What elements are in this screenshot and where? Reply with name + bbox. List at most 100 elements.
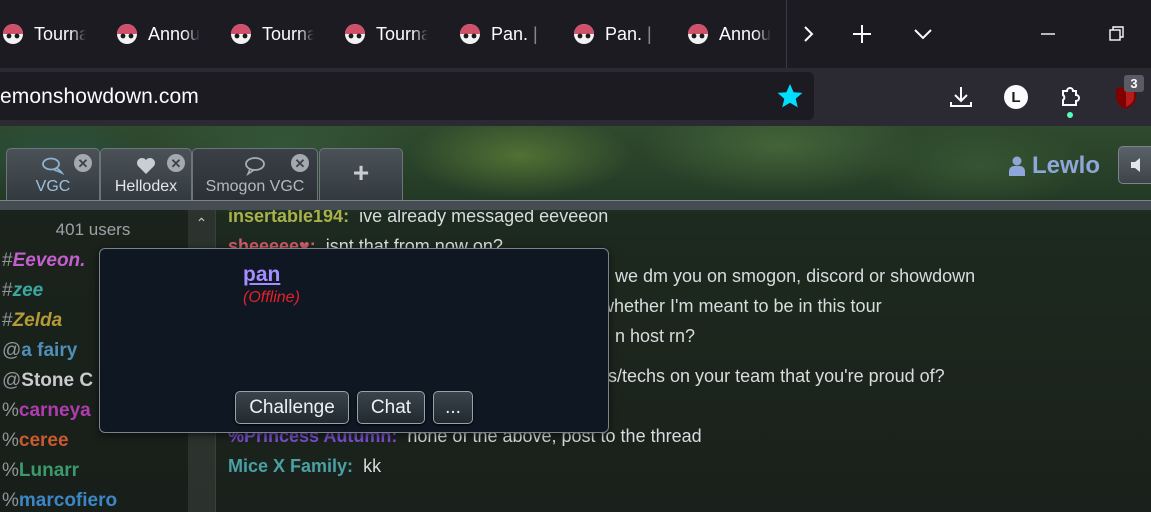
volume-icon: [1131, 158, 1140, 172]
chat-bubble-icon: [245, 157, 265, 176]
chat-message: we dm you on smogon, discord or showdown: [615, 266, 975, 287]
new-tab-button[interactable]: [842, 14, 882, 54]
scroll-tabs-right-button[interactable]: [788, 14, 828, 54]
url-bar[interactable]: emonshowdown.com: [0, 72, 814, 120]
browser-tab-strip: Tourna Annou Tourna Tourna Pan. | S Pan.…: [0, 0, 1151, 68]
user-rank-symbol: %: [2, 430, 19, 451]
user-list-item[interactable]: #zee: [2, 280, 43, 306]
downloads-button[interactable]: [946, 82, 976, 112]
pokemon-showdown-favicon-icon: [688, 24, 708, 44]
scroll-up-arrow-icon[interactable]: ⌃: [194, 216, 209, 231]
chat-message-author[interactable]: Mice X Family:: [228, 456, 353, 476]
user-list-item[interactable]: %Lunarr: [2, 460, 79, 486]
browser-tab-title: Pan. | S: [491, 23, 543, 44]
browser-tab[interactable]: Tourna: [344, 14, 428, 54]
chat-message: insertable194: ive already messaged eeve…: [228, 210, 608, 227]
user-list-name: Zelda: [12, 310, 63, 331]
pokemon-showdown-favicon-icon: [3, 24, 23, 44]
close-room-tab-button[interactable]: ✕: [167, 154, 185, 172]
chat-message-text: we dm you on smogon, discord or showdown: [615, 266, 976, 286]
pokemon-showdown-favicon-icon: [117, 24, 137, 44]
chat-message: ns/techs on your team that you're proud …: [598, 366, 945, 387]
close-room-tab-button[interactable]: ✕: [74, 154, 92, 172]
heart-icon: [137, 158, 155, 174]
plus-icon: +: [352, 157, 370, 188]
user-rank-symbol: #: [2, 250, 13, 271]
plus-icon: [853, 25, 871, 43]
browser-tab[interactable]: Pan. | S: [459, 14, 543, 54]
chat-message-text: n host rn?: [615, 326, 696, 346]
user-rank-symbol: #: [2, 280, 13, 301]
user-list-name: Eeveon.: [12, 250, 86, 271]
current-user-button[interactable]: Lewlo: [1008, 152, 1100, 180]
popup-status: (Offline): [243, 289, 300, 306]
user-count[interactable]: 401 users: [0, 220, 186, 240]
navigation-toolbar: emonshowdown.com L: [0, 68, 1151, 126]
browser-tab[interactable]: Annou: [687, 14, 771, 54]
user-list-name: a fairy: [21, 340, 78, 361]
url-text: emonshowdown.com: [0, 85, 199, 108]
close-room-tab-button[interactable]: ✕: [291, 154, 309, 172]
new-room-tab-button[interactable]: +: [319, 148, 403, 200]
room-tab-vgc[interactable]: ✕ VGC: [6, 148, 100, 200]
extension-update-dot: [1067, 112, 1073, 118]
more-options-button[interactable]: ...: [433, 391, 473, 424]
chat-message-text: kk: [363, 456, 382, 476]
chat-message: Mice X Family: kk: [228, 456, 381, 477]
chat-message-text: ive already messaged eeveeon: [359, 210, 609, 226]
chat-message-author[interactable]: insertable194:: [228, 210, 349, 226]
challenge-button[interactable]: Challenge: [235, 391, 349, 424]
user-list-item[interactable]: %carneya: [2, 400, 91, 426]
user-list-name: zee: [12, 280, 44, 301]
room-tab-hellodex[interactable]: ✕ Hellodex: [100, 148, 192, 200]
user-list-item[interactable]: #Eeveon.: [2, 250, 85, 276]
browser-tab-title: Annou: [148, 23, 200, 44]
pokemon-showdown-favicon-icon: [345, 24, 365, 44]
list-all-tabs-button[interactable]: [903, 14, 943, 54]
user-icon: [1009, 156, 1025, 176]
user-list-item[interactable]: %ceree: [2, 430, 69, 456]
minimize-window-button[interactable]: [1028, 14, 1068, 54]
puzzle-piece-icon: [1062, 87, 1080, 106]
browser-tab-title: Tourna: [34, 23, 86, 44]
chat-message-text: ns/techs on your team that you're proud …: [598, 366, 945, 386]
user-rank-symbol: %: [2, 400, 19, 421]
extensions-button[interactable]: [1055, 82, 1085, 112]
pokemon-showdown-favicon-icon: [231, 24, 251, 44]
browser-tab[interactable]: Tourna: [230, 14, 314, 54]
popup-username[interactable]: pan: [243, 263, 280, 287]
tab-divider: [786, 0, 787, 68]
account-button[interactable]: L: [1001, 82, 1031, 112]
user-rank-symbol: @: [2, 370, 22, 391]
user-list-item[interactable]: #Zelda: [2, 310, 62, 336]
chat-message: whether I'm meant to be in this tour: [601, 296, 882, 317]
user-rank-symbol: %: [2, 460, 19, 481]
chevron-right-icon: [804, 26, 814, 42]
bookmark-star-icon[interactable]: [776, 82, 804, 110]
showdown-header: ✕ VGC ✕ Hellodex ✕ Smogon VGC + Lewlo: [0, 126, 1151, 210]
chat-message-text: whether I'm meant to be in this tour: [601, 296, 882, 316]
room-tab-label: VGC: [35, 178, 71, 195]
browser-tab[interactable]: Pan. | S: [573, 14, 657, 54]
chat-message: n host rn?: [615, 326, 695, 347]
sound-settings-button[interactable]: [1118, 146, 1151, 184]
user-list-item[interactable]: @Stone C: [2, 370, 93, 396]
room-tab-label: Hellodex: [114, 178, 178, 195]
chevron-down-icon: [914, 29, 932, 40]
restore-window-button[interactable]: [1097, 14, 1137, 54]
browser-tab[interactable]: Annou: [116, 14, 200, 54]
browser-tab[interactable]: Tourna: [2, 14, 86, 54]
restore-icon: [1109, 26, 1124, 41]
user-list-item[interactable]: %marcofiero: [2, 490, 117, 512]
minimize-icon: [1041, 33, 1055, 35]
user-rank-symbol: #: [2, 310, 13, 331]
room-tab-smogon-vgc[interactable]: ✕ Smogon VGC: [192, 148, 318, 200]
user-rank-symbol: %: [2, 490, 19, 511]
user-list-item[interactable]: @a fairy: [2, 340, 77, 366]
user-list-name: marcofiero: [18, 490, 118, 511]
account-avatar: L: [1004, 85, 1028, 109]
header-divider: [0, 200, 1151, 210]
browser-tab-title: Annou: [719, 23, 771, 44]
chat-button[interactable]: Chat: [357, 391, 425, 424]
user-rank-symbol: @: [2, 340, 22, 361]
